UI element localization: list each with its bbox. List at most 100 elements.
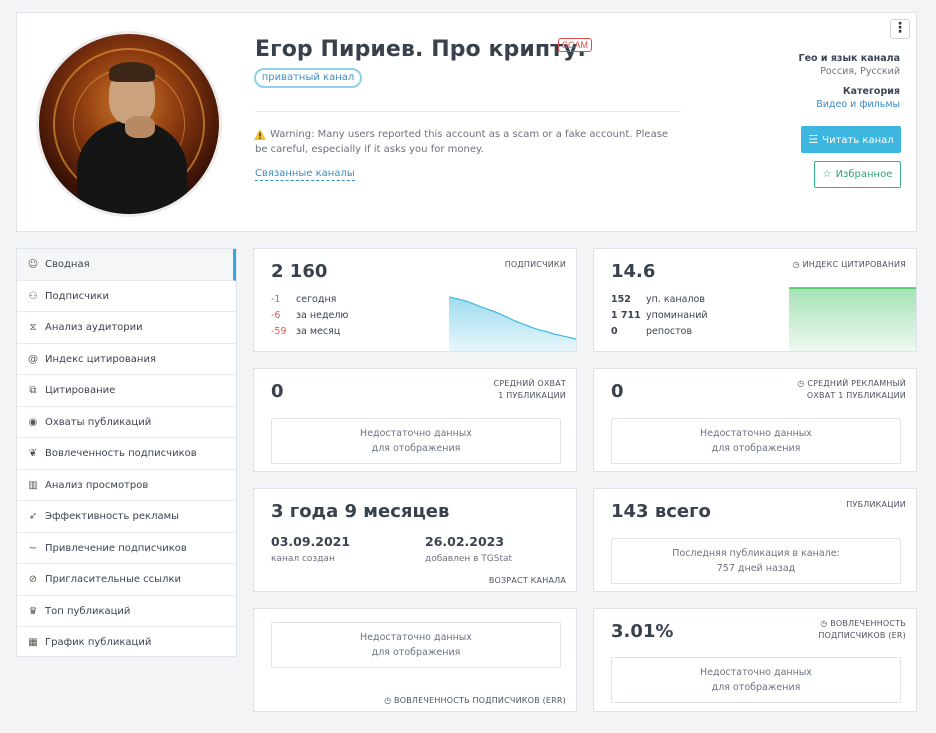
mention-channels-count: 152 — [611, 294, 631, 305]
posts-card[interactable]: 143 всего ПУБЛИКАЦИИ Последняя публикаци… — [593, 488, 917, 592]
category-label: Категория — [842, 86, 900, 97]
sidebar-item-label: Анализ аудитории — [45, 322, 143, 333]
info-icon: ◷ — [792, 260, 803, 269]
linked-channels-link[interactable]: Связанные каналы — [255, 168, 355, 181]
sidebar-item-label: Цитирование — [45, 385, 116, 396]
er-label: ◷ ВОВЛЕЧЕННОСТЬ ПОДПИСЧИКОВ (ER) — [818, 619, 906, 640]
channel-age-label: ВОЗРАСТ КАНАЛА — [488, 576, 566, 585]
sidebar-item-label: Вовлеченность подписчиков — [45, 448, 197, 459]
info-icon: ◷ — [384, 696, 395, 705]
sidebar-item-ads[interactable]: ➶ Эффективность рекламы — [17, 501, 236, 533]
delta-week-label: за неделю — [296, 310, 349, 321]
mention-channels-label: уп. каналов — [646, 294, 705, 305]
private-channel-badge: приватный канал — [254, 68, 362, 88]
posts-total: 143 всего — [611, 501, 711, 522]
sidebar-item-reach[interactable]: ◉ Охваты публикаций — [17, 407, 236, 438]
mentions-label: упоминаний — [646, 310, 708, 321]
calendar-icon: ▦ — [28, 637, 38, 648]
sidebar-item-schedule[interactable]: ▦ График публикаций — [17, 627, 236, 659]
sidebar-item-citation[interactable]: ⧉ Цитирование — [17, 375, 236, 407]
sidebar-item-engagement[interactable]: ❦ Вовлеченность подписчиков — [17, 438, 236, 470]
ad-reach-card[interactable]: 0 ◷ СРЕДНИЙ РЕКЛАМНЫЙ ОХВАТ 1 ПУБЛИКАЦИИ … — [593, 368, 917, 472]
err-card[interactable]: Недостаточно данных для отображения ◷ ВОВ… — [253, 608, 577, 712]
added-date: 26.02.2023 — [425, 534, 505, 549]
more-menu-button[interactable]: ⋮ — [890, 19, 910, 39]
created-label: канал создан — [271, 554, 335, 564]
sidebar-item-views[interactable]: ▥ Анализ просмотров — [17, 470, 236, 501]
ad-reach-value: 0 — [611, 381, 624, 402]
citation-card[interactable]: 14.6 ◷ ИНДЕКС ЦИТИРОВАНИЯ 152 уп. канало… — [593, 248, 917, 352]
no-data-box: Недостаточно данных для отображения — [611, 657, 901, 703]
sidebar-item-invite-links[interactable]: ⊘ Пригласительные ссылки — [17, 564, 236, 596]
channel-header: Егор Пириев. Про крипту. SCAM приватный … — [16, 12, 917, 232]
eye-icon: ◉ — [28, 416, 38, 428]
delta-today: -1 — [271, 294, 281, 305]
scam-badge: SCAM — [558, 38, 593, 52]
star-icon: ☆ — [822, 169, 832, 180]
subscribers-count: 2 160 — [271, 261, 328, 282]
subscribers-sparkline — [449, 296, 576, 351]
list-icon: ☰ — [808, 133, 819, 146]
added-label: добавлен в TGStat — [425, 554, 513, 564]
sidebar-item-label: Пригласительные ссылки — [45, 574, 181, 585]
er-card[interactable]: 3.01% ◷ ВОВЛЕЧЕННОСТЬ ПОДПИСЧИКОВ (ER) Не… — [593, 608, 917, 712]
sidebar-item-audience[interactable]: ⧖ Анализ аудитории — [17, 312, 236, 344]
scam-warning-text: Warning: Many users reported this accoun… — [255, 129, 669, 155]
reposts-count: 0 — [611, 326, 618, 337]
read-channel-button[interactable]: ☰ Читать канал — [801, 126, 901, 153]
divider — [255, 111, 681, 112]
avg-reach-value: 0 — [271, 381, 284, 402]
delta-today-label: сегодня — [296, 294, 337, 305]
subscribers-area — [449, 297, 576, 351]
subscribers-label: ПОДПИСЧИКИ — [504, 260, 566, 269]
info-icon: ◷ — [797, 379, 808, 388]
sidebar-item-label: Топ публикаций — [45, 605, 131, 617]
sidebar-item-citation-index[interactable]: @ Индекс цитирования — [17, 344, 236, 375]
geo-value: Россия, Русский — [820, 66, 900, 77]
citation-label-text: ИНДЕКС ЦИТИРОВАНИЯ — [802, 260, 906, 269]
sidebar-item-label: Привлечение подписчиков — [45, 542, 187, 554]
at-icon: @ — [28, 353, 38, 365]
no-data-box: Недостаточно данных для отображения — [271, 622, 561, 668]
geo-label: Гео и язык канала — [798, 53, 900, 64]
bar-chart-icon: ▥ — [28, 479, 38, 491]
info-icon: ◷ — [820, 619, 831, 628]
sidebar-nav: ☺ Сводная ⚇ Подписчики ⧖ Анализ аудитории @… — [16, 248, 237, 657]
avg-reach-card[interactable]: 0 СРЕДНИЙ ОХВАТ 1 ПУБЛИКАЦИИ Недостаточно… — [253, 368, 577, 472]
sidebar-item-label: Сводная — [45, 259, 90, 270]
category-link[interactable]: Видео и фильмы — [816, 99, 900, 110]
delta-month-label: за месяц — [296, 326, 341, 337]
ad-reach-label: ◷ СРЕДНИЙ РЕКЛАМНЫЙ ОХВАТ 1 ПУБЛИКАЦИИ — [797, 379, 906, 400]
no-data-box: Недостаточно данных для отображения — [611, 418, 901, 464]
sidebar-item-top-posts[interactable]: ♛ Топ публикаций — [17, 596, 236, 627]
citation-sparkline — [789, 287, 916, 351]
heart-icon: ❦ — [28, 448, 38, 459]
created-date: 03.09.2021 — [271, 534, 351, 549]
sidebar-item-acquisition[interactable]: ∼ Привлечение подписчиков — [17, 533, 236, 564]
read-channel-label: Читать канал — [822, 135, 894, 146]
er-value: 3.01% — [611, 621, 674, 642]
sidebar-item-label: Охваты публикаций — [45, 416, 152, 428]
crown-icon: ♛ — [28, 605, 38, 617]
avg-reach-label: СРЕДНИЙ ОХВАТ 1 ПУБЛИКАЦИИ — [493, 379, 566, 400]
sidebar-item-subscribers[interactable]: ⚇ Подписчики — [17, 281, 236, 312]
last-post-box: Последняя публикация в канале: 757 дней н… — [611, 538, 901, 584]
delta-month: -59 — [271, 326, 287, 337]
hourglass-icon: ⧖ — [29, 322, 37, 333]
channel-age-value: 3 года 9 месяцев — [271, 501, 450, 522]
trend-icon: ∼ — [28, 542, 38, 554]
err-label: ◷ ВОВЛЕЧЕННОСТЬ ПОДПИСЧИКОВ (ERR) — [384, 696, 566, 705]
citation-label: ◷ ИНДЕКС ЦИТИРОВАНИЯ — [793, 259, 906, 271]
sidebar-item-summary[interactable]: ☺ Сводная — [17, 249, 236, 281]
channel-avatar — [36, 31, 222, 217]
copy-icon: ⧉ — [29, 385, 37, 396]
favorite-button[interactable]: ☆ Избранное — [814, 161, 901, 188]
subscribers-card[interactable]: 2 160 ПОДПИСЧИКИ -1 сегодня -6 за неделю… — [253, 248, 577, 352]
channel-age-card[interactable]: 3 года 9 месяцев 03.09.2021 канал создан… — [253, 488, 577, 592]
channel-title: Егор Пириев. Про крипту. — [255, 37, 586, 62]
sidebar-item-label: Анализ просмотров — [45, 479, 149, 491]
posts-label: ПУБЛИКАЦИИ — [846, 500, 906, 509]
rocket-icon: ➶ — [28, 511, 38, 522]
sidebar-item-label: Подписчики — [45, 290, 110, 302]
sidebar-item-label: График публикаций — [45, 637, 152, 648]
